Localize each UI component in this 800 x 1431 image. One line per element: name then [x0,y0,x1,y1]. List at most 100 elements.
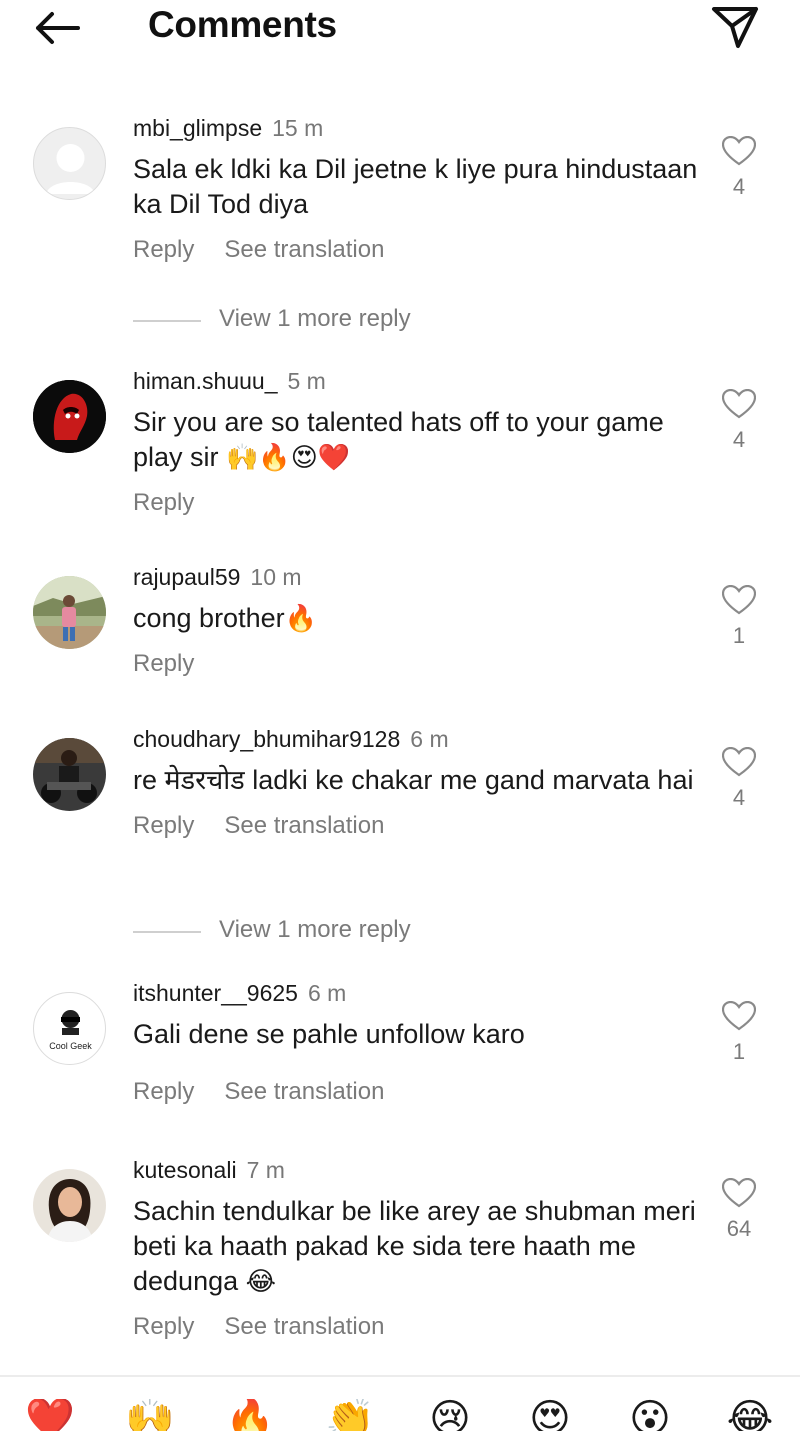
comment-meta: choudhary_bhumihar9128 6 m [133,725,703,753]
like-count: 1 [732,623,746,648]
emoji-raised-hands-button[interactable]: 🙌 [122,1399,178,1431]
comment-body: kutesonali 7 m Sachin tendulkar be like a… [133,1156,703,1341]
emoji-heart-eyes-button[interactable]: 😍 [522,1399,578,1431]
username[interactable]: itshunter__9625 [133,980,298,1006]
reply-button[interactable]: Reply [133,489,194,517]
timestamp: 15 m [272,115,324,141]
comment-actions: Reply See translation [133,812,703,840]
comment-text: re मेडरचोड ladki ke chakar me gand marva… [133,765,694,795]
comment-emojis: 🔥 [284,603,317,633]
comment-text: Sala ek ldki ka Dil jeetne k liye pura h… [133,154,698,219]
comment-text-body: Sachin tendulkar be like arey ae shubman… [133,1196,696,1296]
comment-emojis: 😂 [245,1266,277,1296]
username[interactable]: mbi_glimpse [133,115,262,141]
like-count: 4 [732,785,746,810]
see-translation-button[interactable]: See translation [224,1078,384,1106]
comment-meta: kutesonali 7 m [133,1156,703,1184]
default-user-icon [46,144,95,194]
like-count: 4 [732,174,746,199]
heart-icon[interactable] [722,1001,756,1031]
send-button[interactable] [708,2,762,52]
like-control: 64 [718,1178,760,1242]
comment-body: rajupaul59 10 m cong brother🔥 Reply [133,563,703,678]
timestamp: 10 m [250,564,302,590]
profile-photo [33,1169,106,1242]
view-more-replies[interactable]: View 1 more reply [133,916,533,946]
emoji-surprised-button[interactable]: 😮 [622,1399,678,1431]
page-title: Comments [148,4,337,45]
avatar[interactable] [33,127,106,200]
username[interactable]: kutesonali [133,1157,237,1183]
username[interactable]: choudhary_bhumihar9128 [133,726,400,752]
paper-plane-icon [712,7,758,48]
divider-line [133,320,201,322]
like-control: 1 [718,585,760,649]
comment-meta: rajupaul59 10 m [133,563,703,591]
comment-body: itshunter__9625 6 m Gali dene se pahle un… [133,979,703,1106]
like-control: 4 [718,389,760,453]
see-translation-button[interactable]: See translation [224,236,384,264]
emoji-crying-button[interactable]: 😢 [422,1399,478,1431]
comment-body: mbi_glimpse 15 m Sala ek ldki ka Dil jeet… [133,114,703,264]
profile-photo [33,738,106,811]
view-more-replies[interactable]: View 1 more reply [133,305,533,335]
back-button[interactable] [30,6,84,50]
comment-text: Sachin tendulkar be like arey ae shubman… [133,1194,703,1299]
avatar[interactable] [33,576,106,649]
like-control: 4 [718,136,760,200]
timestamp: 7 m [246,1157,285,1183]
comment-meta: mbi_glimpse 15 m [133,114,703,142]
comment-actions: Reply [133,650,703,678]
emoji-reaction-bar: ❤️ 🙌 🔥 👏 😢 😍 😮 😂 [0,1375,800,1431]
heart-icon[interactable] [722,389,756,419]
emoji-clap-button[interactable]: 👏 [322,1399,378,1431]
comment-actions: Reply See translation [133,236,703,264]
heart-icon[interactable] [722,585,756,615]
like-count: 64 [726,1216,752,1241]
comment-body: himan.shuuu_ 5 m Sir you are so talented … [133,367,703,517]
heart-icon[interactable] [722,136,756,166]
reply-button[interactable]: Reply [133,650,194,678]
avatar[interactable] [33,380,106,453]
avatar[interactable]: Cool Geek [33,992,106,1065]
like-control: 1 [718,1001,760,1065]
like-count: 1 [732,1039,746,1064]
comment-actions: Reply [133,489,703,517]
comment-text-body: Sir you are so talented hats off to your… [133,407,664,472]
reply-button[interactable]: Reply [133,812,194,840]
comment-text: cong brother🔥 [133,601,703,636]
cool-geek-logo: Cool Geek [49,1010,92,1051]
username[interactable]: rajupaul59 [133,564,240,590]
emoji-fire-button[interactable]: 🔥 [222,1399,278,1431]
comment-meta: himan.shuuu_ 5 m [133,367,703,395]
arrow-left-icon [36,12,80,44]
heart-icon[interactable] [722,747,756,777]
divider-line [133,931,201,933]
like-count: 4 [732,427,746,452]
see-translation-button[interactable]: See translation [224,1313,384,1341]
reply-button[interactable]: Reply [133,1078,194,1106]
emoji-heart-button[interactable]: ❤️ [22,1399,78,1431]
username[interactable]: himan.shuuu_ [133,368,278,394]
heart-icon[interactable] [722,1178,756,1208]
comment-body: choudhary_bhumihar9128 6 m re मेडरचोड lad… [133,725,703,840]
view-more-label: View 1 more reply [219,916,411,943]
like-control: 4 [718,747,760,811]
timestamp: 6 m [307,980,347,1006]
reply-button[interactable]: Reply [133,1313,194,1341]
comment-emojis: 🙌🔥😍❤️ [226,442,351,472]
reply-button[interactable]: Reply [133,236,194,264]
comment-actions: Reply See translation [133,1078,703,1106]
comment-meta: itshunter__9625 6 m [133,979,703,1007]
avatar[interactable] [33,1169,106,1242]
avatar-logo-text: Cool Geek [49,1041,92,1051]
profile-photo [33,380,106,453]
avatar[interactable] [33,738,106,811]
timestamp: 5 m [287,368,326,394]
view-more-label: View 1 more reply [219,305,411,332]
emoji-laughing-button[interactable]: 😂 [722,1399,778,1431]
timestamp: 6 m [410,726,449,752]
see-translation-button[interactable]: See translation [224,812,384,840]
comment-text: Sir you are so talented hats off to your… [133,405,703,475]
comment-text-body: cong brother [133,603,285,633]
